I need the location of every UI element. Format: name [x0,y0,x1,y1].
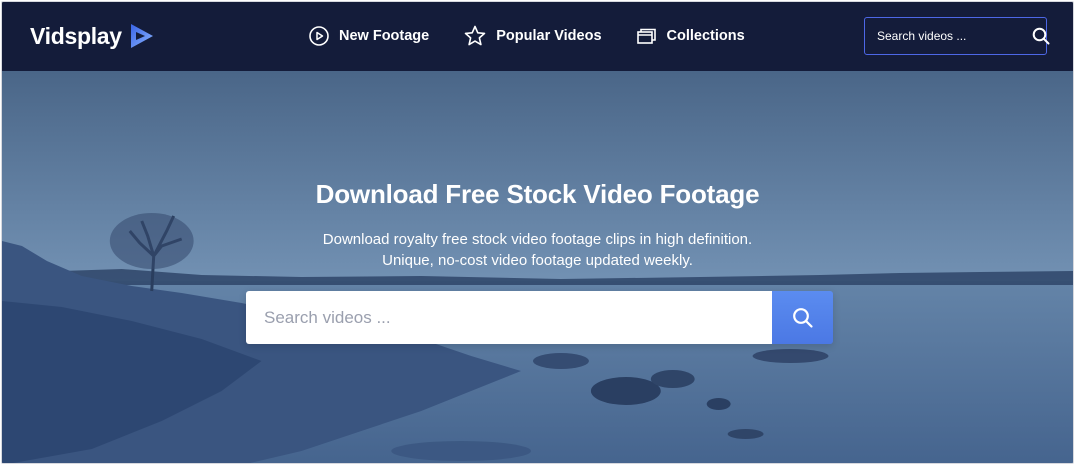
star-icon [464,25,486,46]
collections-icon [636,28,656,44]
page-frame: Vidsplay New Footage Popular Videos Coll… [1,1,1074,464]
hero-search-bar [246,291,833,344]
site-header: Vidsplay New Footage Popular Videos Coll… [2,2,1073,71]
nav-collections[interactable]: Collections [636,25,745,47]
hero-subtitle-line-2: Unique, no-cost video footage updated we… [382,252,693,269]
hero-subtitle-line-1: Download royalty free stock video footag… [322,231,753,248]
header-search-input[interactable] [877,29,1032,43]
nav-label: Collections [666,28,745,44]
hero-title: Download Free Stock Video Footage [315,179,760,209]
brand-name: Vidsplay [30,22,122,49]
hero-search-input[interactable] [246,291,772,344]
nav-label: Popular Videos [496,28,602,44]
nav-new-footage[interactable]: New Footage [308,25,429,47]
header-search-button[interactable] [1032,25,1050,47]
nav-label: New Footage [339,28,430,44]
header-search [864,17,1050,55]
nav-popular-videos[interactable]: Popular Videos [463,24,602,48]
main-nav: New Footage Popular Videos Collections [308,22,779,50]
hero-search-button[interactable] [772,291,833,344]
hero-section: Download Free Stock Video Footage Downlo… [2,71,1073,463]
search-icon [792,307,813,328]
logo-play-icon [130,24,153,48]
play-circle-icon [309,26,329,46]
search-icon [1032,27,1050,45]
site-logo[interactable]: Vidsplay [30,19,156,53]
